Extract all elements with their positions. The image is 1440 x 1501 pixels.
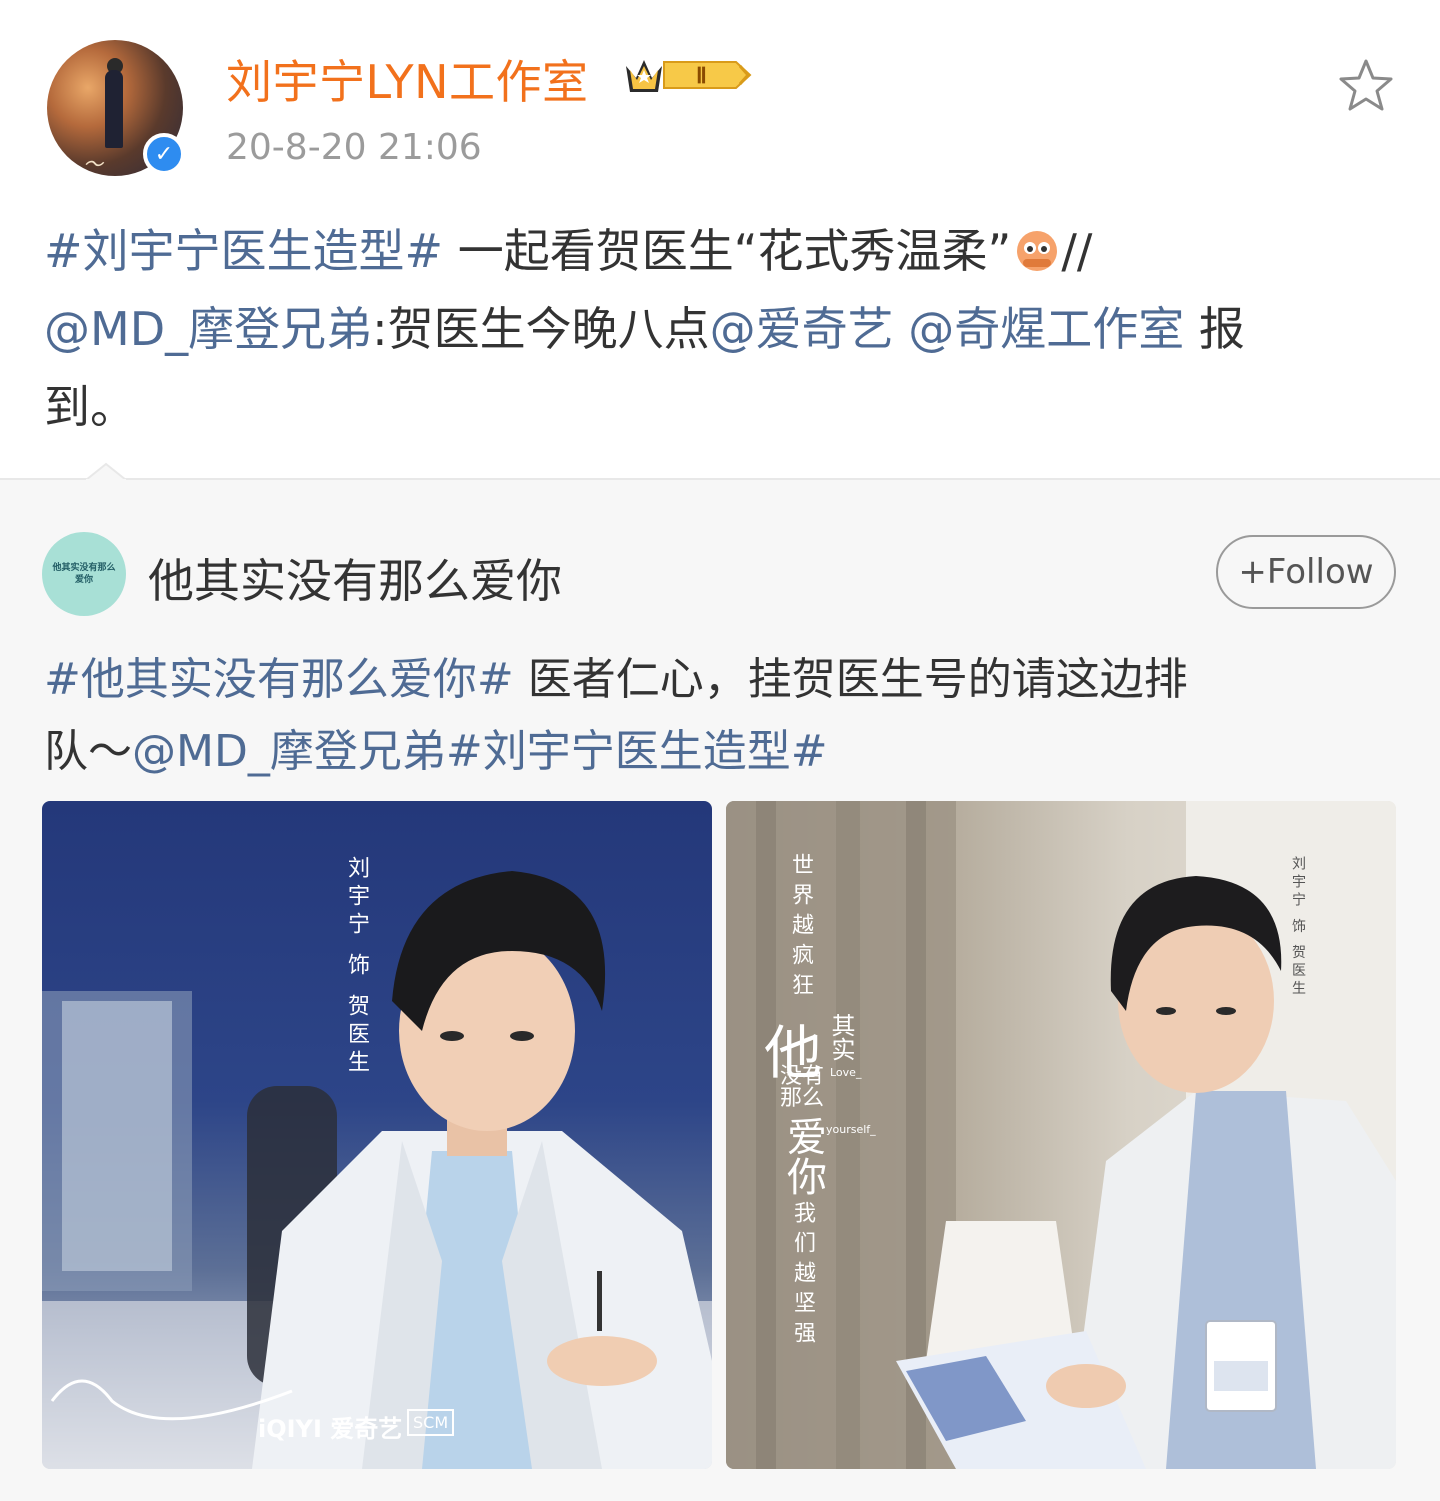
retweet-text-line-2: 队～@MD_摩登兄弟#刘宇宁医生造型# xyxy=(44,716,1404,788)
poster-2-title-small: 其实 xyxy=(827,1013,855,1061)
follow-button[interactable]: +Follow xyxy=(1216,535,1396,609)
hashtag-link[interactable]: #他其实没有那么爱你# xyxy=(44,654,514,705)
poster-2-line-2: 我们越坚强 xyxy=(790,1201,815,1351)
retweet-avatar[interactable]: 他其实没有那么爱你 xyxy=(42,532,126,616)
retweet-account-name[interactable]: 他其实没有那么爱你 xyxy=(148,545,562,611)
post-text-body: :贺医生今晚八点 xyxy=(372,302,710,356)
avatar-figure-body xyxy=(105,70,123,148)
poster-1-caption: 刘宇宁 饰 贺医生 xyxy=(344,856,369,1078)
post-text-line-1: #刘宇宁医生造型# 一起看贺医生“花式秀温柔” // xyxy=(44,212,1404,290)
retweet-caret xyxy=(86,462,126,485)
crown-badge-icon[interactable]: Ⅱ xyxy=(624,52,754,98)
poster-2-line-1: 世界越疯狂 xyxy=(788,853,813,1003)
verified-check-icon: ✓ xyxy=(143,133,185,175)
post-text-slashes: // xyxy=(1061,224,1093,278)
retweet-image-2[interactable]: 世界越疯狂 他 其实 没有那么 爱你 Love_ yourself_ 我们越坚强… xyxy=(726,801,1396,1469)
post-text-body: 一起看贺医生“花式秀温柔” xyxy=(443,224,1012,278)
retweet-image-1[interactable]: 刘宇宁 饰 贺医生 iQIYI 爱奇艺 SCM xyxy=(42,801,712,1469)
retweet-avatar-text: 他其实没有那么爱你 xyxy=(52,563,116,585)
retweet-text-body: 队～ xyxy=(44,726,132,777)
post-timestamp: 20-8-20 21:06 xyxy=(226,127,482,168)
post-text-space xyxy=(894,302,909,356)
vip-level-text: Ⅱ xyxy=(696,63,707,88)
mention-link[interactable]: @MD_摩登兄弟 xyxy=(44,302,372,356)
post-text-body: 报 xyxy=(1184,302,1245,356)
mention-link[interactable]: @奇煋工作室 xyxy=(908,302,1184,356)
post-text-body: 到。 xyxy=(44,380,136,434)
mention-link[interactable]: @MD_摩登兄弟 xyxy=(132,726,446,777)
poster-1-illustration xyxy=(42,871,712,1469)
poster-2-title-line-3: 爱你 xyxy=(780,1116,826,1196)
mention-link[interactable]: @爱奇艺 xyxy=(710,302,894,356)
iqiyi-watermark: iQIYI 爱奇艺 xyxy=(258,1415,403,1443)
poster-2-english-1: Love_ xyxy=(830,1066,862,1079)
avatar-signature: ～ xyxy=(83,152,103,176)
post-text-line-2: @MD_摩登兄弟:贺医生今晚八点@爱奇艺 @奇煋工作室 报 xyxy=(44,290,1404,368)
poster-2-cast-caption: 刘宇宁 饰 贺医生 xyxy=(1290,856,1306,999)
hashtag-link[interactable]: #刘宇宁医生造型# xyxy=(44,224,443,278)
scm-watermark: SCM xyxy=(407,1409,455,1436)
retweet-text-body: 医者仁心，挂贺医生号的请这边排 xyxy=(513,654,1188,705)
hashtag-link[interactable]: #刘宇宁医生造型# xyxy=(446,726,828,777)
username[interactable]: 刘宇宁LYN工作室 xyxy=(226,46,589,112)
poster-2-english-2: yourself_ xyxy=(826,1123,876,1136)
post-text-line-3: 到。 xyxy=(44,368,1404,446)
retweet-text-line-1: #他其实没有那么爱你# 医者仁心，挂贺医生号的请这边排 xyxy=(44,644,1404,716)
star-outline-icon[interactable] xyxy=(1336,56,1396,116)
peek-emoji xyxy=(1017,231,1058,271)
